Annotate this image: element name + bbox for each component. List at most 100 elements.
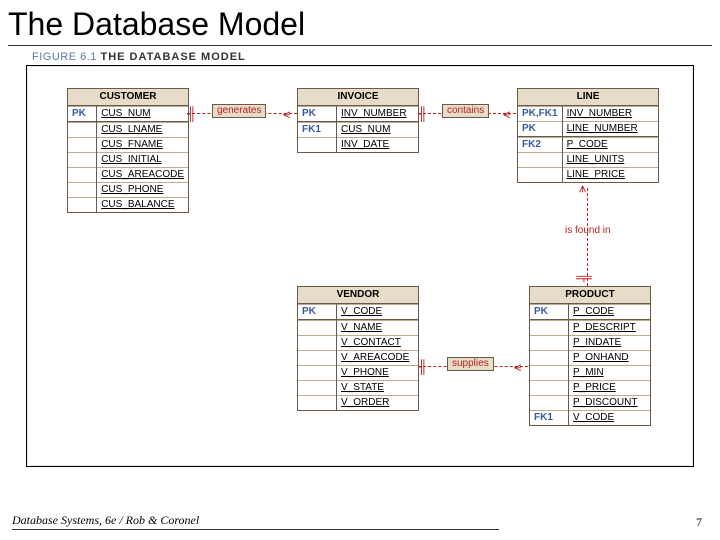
table-row: V_PHONE [298,366,418,381]
table-row: PKCUS_NUM [68,107,188,122]
table-row: FK1V_CODE [530,411,650,426]
attr-cell: V_AREACODE [337,351,419,366]
attr-cell: V_ORDER [337,396,419,411]
rel-label-contains: contains [442,104,489,118]
key-cell [68,183,97,198]
key-cell [68,198,97,213]
entity-body: PKCUS_NUMCUS_LNAMECUS_FNAMECUS_INITIALCU… [68,106,188,212]
crowfoot-icon: ⪪ [514,359,521,375]
table-row: V_STATE [298,381,418,396]
entity-header: PRODUCT [530,287,650,304]
attr-cell: V_NAME [337,321,419,336]
attr-cell: P_DESCRIPT [569,321,651,336]
table-row: PKLINE_NUMBER [518,122,658,137]
crowfoot-icon: ⪪ [576,185,592,192]
key-cell [68,153,97,168]
crowfoot-icon: ╢ [187,106,196,121]
attr-cell: P_DISCOUNT [569,396,651,411]
key-cell: PK [68,107,97,122]
slide: The Database Model FIGURE 6.1 THE DATABA… [0,0,720,540]
table-row: PK,FK1INV_NUMBER [518,107,658,122]
attr-cell: LINE_PRICE [562,168,658,183]
rel-label-generates: generates [212,104,266,118]
figure-caption: THE DATABASE MODEL [100,51,245,63]
table-row: LINE_PRICE [518,168,658,183]
key-cell [68,138,97,153]
key-cell [298,366,337,381]
table-row: LINE_UNITS [518,153,658,168]
crowfoot-icon: ╟ [577,273,592,282]
attr-cell: P_CODE [562,138,658,153]
key-cell: PK [530,305,569,320]
key-cell: FK1 [298,123,337,138]
attr-cell: P_ONHAND [569,351,651,366]
entity-header: INVOICE [298,89,418,106]
key-cell [68,123,97,138]
key-cell [530,366,569,381]
entity-header: VENDOR [298,287,418,304]
crowfoot-icon: ╢ [418,359,427,374]
table-row: CUS_INITIAL [68,153,188,168]
attr-cell: CUS_PHONE [97,183,188,198]
key-cell [518,168,562,183]
table-row: P_DISCOUNT [530,396,650,411]
attr-cell: LINE_NUMBER [562,122,658,137]
key-cell [298,381,337,396]
key-cell [298,396,337,411]
attr-cell: CUS_AREACODE [97,168,188,183]
table-row: P_ONHAND [530,351,650,366]
crowfoot-icon: ╢ [418,106,427,121]
entity-header: LINE [518,89,658,106]
attr-cell: V_STATE [337,381,419,396]
attr-cell: CUS_BALANCE [97,198,188,213]
key-cell [68,168,97,183]
attr-cell: CUS_INITIAL [97,153,188,168]
key-cell [518,153,562,168]
table-row: P_INDATE [530,336,650,351]
crowfoot-icon: ⪪ [283,106,290,122]
figure-number: FIGURE 6.1 [32,51,97,63]
title-rule [8,45,712,46]
attr-cell: P_MIN [569,366,651,381]
entity-product: PRODUCT PKP_CODEP_DESCRIPTP_INDATEP_ONHA… [529,286,651,426]
table-row: CUS_FNAME [68,138,188,153]
table-row: P_DESCRIPT [530,321,650,336]
rel-line-isfoundin [587,188,588,286]
figure-label: FIGURE 6.1 THE DATABASE MODEL [32,52,720,63]
table-row: P_PRICE [530,381,650,396]
key-cell [530,336,569,351]
table-row: P_MIN [530,366,650,381]
entity-body: PKV_CODEV_NAMEV_CONTACTV_AREACODEV_PHONE… [298,304,418,410]
key-cell [298,321,337,336]
attr-cell: V_CONTACT [337,336,419,351]
table-row: V_CONTACT [298,336,418,351]
key-cell: FK2 [518,138,562,153]
table-row: INV_DATE [298,138,418,153]
entity-body: PKP_CODEP_DESCRIPTP_INDATEP_ONHANDP_MINP… [530,304,650,425]
page-title: The Database Model [0,0,720,45]
entity-header: CUSTOMER [68,89,188,106]
key-cell: PK [298,305,337,320]
key-cell: FK1 [530,411,569,426]
attr-cell: V_CODE [337,305,419,320]
attr-cell: INV_NUMBER [337,107,419,122]
table-row: CUS_LNAME [68,123,188,138]
table-row: CUS_BALANCE [68,198,188,213]
attr-cell: LINE_UNITS [562,153,658,168]
attr-cell: CUS_FNAME [97,138,188,153]
entity-invoice: INVOICE PKINV_NUMBERFK1CUS_NUMINV_DATE [297,88,419,153]
key-cell [298,336,337,351]
table-row: CUS_PHONE [68,183,188,198]
table-row: FK2P_CODE [518,138,658,153]
entity-line: LINE PK,FK1INV_NUMBERPKLINE_NUMBERFK2P_C… [517,88,659,183]
table-row: FK1CUS_NUM [298,123,418,138]
attr-cell: P_PRICE [569,381,651,396]
attr-cell: CUS_NUM [97,107,188,122]
key-cell [530,381,569,396]
table-row: V_AREACODE [298,351,418,366]
page-number: 7 [696,515,702,530]
key-cell [530,396,569,411]
key-cell: PK,FK1 [518,107,562,122]
entity-vendor: VENDOR PKV_CODEV_NAMEV_CONTACTV_AREACODE… [297,286,419,411]
attr-cell: P_INDATE [569,336,651,351]
